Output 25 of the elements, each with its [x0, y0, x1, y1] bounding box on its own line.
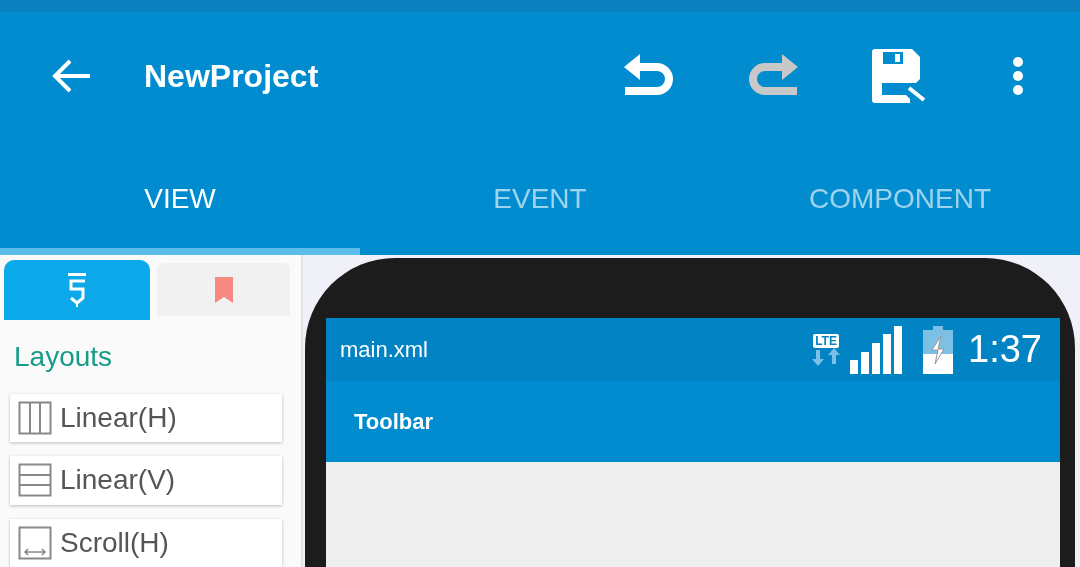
app-title: NewProject [144, 57, 319, 96]
save-button[interactable] [871, 48, 927, 104]
palette-tab[interactable] [4, 260, 150, 320]
pen-logo-icon [66, 272, 88, 308]
section-title: Layouts [14, 340, 114, 374]
more-options-icon [1011, 55, 1025, 97]
signal-bars-icon [850, 325, 903, 374]
data-arrows-icon [810, 347, 843, 366]
back-arrow-icon [50, 58, 92, 94]
horizontal-scroll-icon [18, 525, 52, 560]
floppy-pencil-icon [871, 48, 927, 104]
palette-tab[interactable] [157, 263, 290, 316]
palette-item[interactable]: Linear(H) [10, 394, 282, 443]
bookmark-icon [213, 275, 234, 304]
palette-item[interactable]: Linear(V) [10, 456, 282, 505]
back-button[interactable] [50, 58, 92, 94]
charging-battery-icon [922, 325, 955, 374]
rows-icon [18, 463, 52, 498]
clock-time: 1:37 [968, 327, 1042, 372]
columns-icon [18, 401, 52, 436]
toolbar-title: Toolbar [354, 408, 434, 436]
more-button[interactable] [1011, 55, 1025, 97]
file-name: main.xml [340, 336, 428, 364]
network-type-label: LTE [813, 333, 839, 348]
palette-item[interactable]: Scroll(H) [10, 518, 282, 567]
